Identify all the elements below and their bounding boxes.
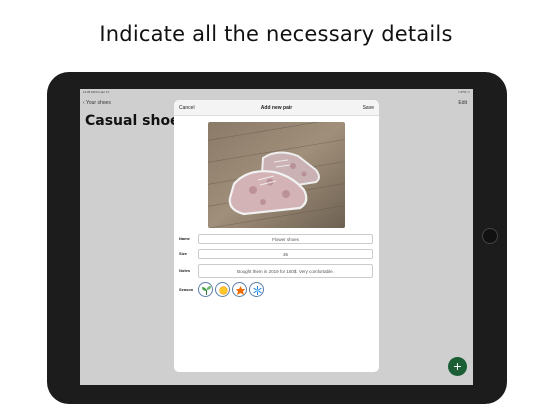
status-battery: ≈ 67% ▭: [457, 90, 470, 94]
modal-header: Cancel Add new pair Save: [174, 100, 379, 116]
sun-icon[interactable]: [215, 282, 230, 297]
back-button[interactable]: ‹ Your shoes: [83, 100, 111, 106]
snowflake-icon[interactable]: [249, 282, 264, 297]
size-row: Size 36: [179, 249, 374, 259]
headline: Indicate all the necessary details: [99, 22, 453, 46]
name-row: Name Flower shoes: [179, 234, 374, 244]
notes-row: Notes Bought them in 2019 for 150$. Very…: [179, 264, 374, 278]
add-button[interactable]: +: [448, 357, 467, 376]
save-button[interactable]: Save: [363, 105, 374, 111]
add-pair-modal: Cancel Add new pair Save Name Flower sho…: [174, 100, 379, 372]
chevron-left-icon: ‹: [83, 100, 85, 106]
status-bar: 11:05 AM Fri Apr 17 ≈ 67% ▭: [80, 89, 473, 96]
season-label: Season: [179, 287, 194, 292]
back-label: Your shoes: [85, 100, 111, 106]
notes-label: Notes: [179, 268, 191, 273]
leaf-icon[interactable]: [232, 282, 247, 297]
name-label: Name: [179, 236, 190, 241]
edit-button[interactable]: Edit: [458, 100, 467, 106]
size-field[interactable]: 36: [198, 249, 373, 259]
shoe-photo[interactable]: [208, 122, 345, 228]
size-label: Size: [179, 251, 188, 256]
modal-title: Add new pair: [260, 105, 293, 111]
page-title: Casual shoes: [85, 113, 188, 129]
name-field[interactable]: Flower shoes: [198, 234, 373, 244]
home-button[interactable]: [482, 228, 498, 244]
app-screen: 11:05 AM Fri Apr 17 ≈ 67% ▭ ‹ Your shoes…: [80, 89, 473, 385]
sprout-icon[interactable]: [198, 282, 213, 297]
status-time: 11:05 AM Fri Apr 17: [83, 90, 110, 94]
notes-field[interactable]: Bought them in 2019 for 150$. Very comfo…: [198, 264, 373, 278]
